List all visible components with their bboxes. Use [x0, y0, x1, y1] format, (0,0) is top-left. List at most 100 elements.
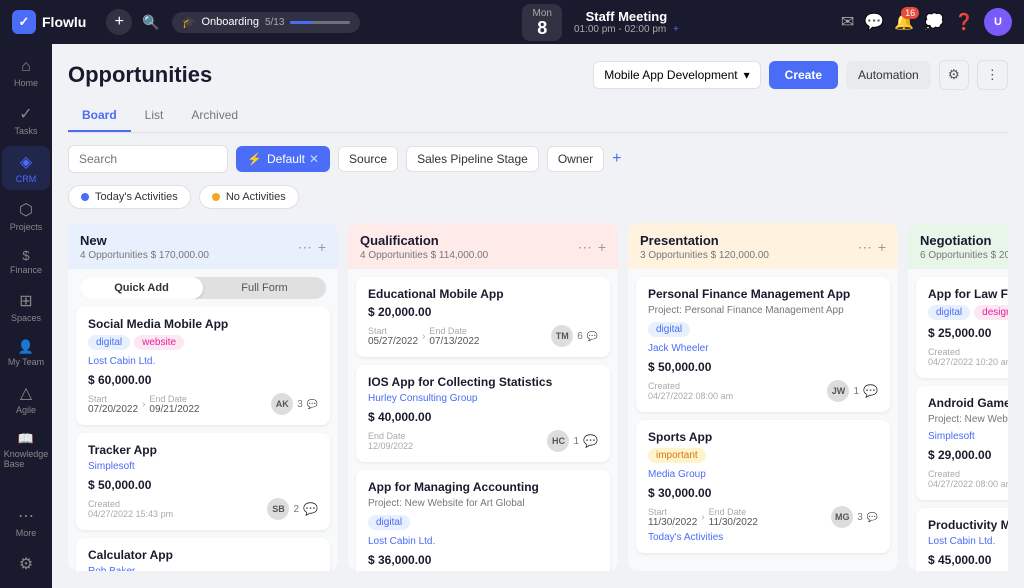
no-activities-button[interactable]: No Activities: [199, 185, 299, 209]
app-logo[interactable]: ✓ Flowlu: [12, 10, 86, 34]
sidebar-item-crm[interactable]: ◈ CRM: [2, 146, 50, 190]
today-activities-button[interactable]: Today's Activities: [68, 185, 191, 209]
default-filter-label: Default ✕: [267, 152, 319, 166]
card-company[interactable]: Lost Cabin Ltd.: [88, 356, 318, 367]
column-more-icon[interactable]: ⋯: [858, 239, 872, 256]
sidebar-item-more[interactable]: ⋯ More: [2, 500, 50, 544]
chat-btn[interactable]: 💬: [864, 12, 884, 32]
full-form-btn[interactable]: Full Form: [203, 277, 326, 299]
today-activities-link[interactable]: Today's Activities: [648, 532, 878, 543]
card-created: Created: [928, 347, 1008, 357]
sidebar-item-tasks[interactable]: ✓ Tasks: [2, 98, 50, 142]
filter-close-icon[interactable]: ✕: [309, 152, 319, 166]
comment-icon: 💬: [587, 331, 598, 342]
column-add-icon[interactable]: +: [878, 239, 886, 256]
chevron-down-icon: ▾: [744, 68, 750, 82]
sidebar-item-knowledge[interactable]: 📖 Knowledge Base: [2, 425, 50, 475]
add-toggle: Quick Add Full Form: [80, 277, 326, 299]
card-person: Jack Wheeler: [648, 343, 878, 354]
automation-button[interactable]: Automation: [846, 61, 931, 89]
add-button[interactable]: +: [106, 9, 132, 35]
home-icon: ⌂: [21, 58, 31, 76]
filter-owner[interactable]: Owner: [547, 146, 604, 172]
sidebar-label-more: More: [16, 528, 37, 538]
sidebar-item-agile[interactable]: △ Agile: [2, 377, 50, 421]
today-dot: [81, 193, 89, 201]
card-accounting[interactable]: App for Managing Accounting Project: New…: [356, 470, 610, 571]
tab-archived[interactable]: Archived: [177, 100, 252, 132]
nav-center: Mon 8 Staff Meeting 01:00 pm - 02:00 pm …: [372, 4, 828, 41]
card-company[interactable]: Rob Baker: [88, 566, 318, 571]
card-educational[interactable]: Educational Mobile App $ 20,000.00 Start…: [356, 277, 610, 357]
onboarding-pill[interactable]: 🎓 Onboarding 5/13: [172, 12, 361, 33]
card-created-date: 04/27/2022 10:20 am: [928, 357, 1008, 367]
card-personal-finance[interactable]: Personal Finance Management App Project:…: [636, 277, 890, 412]
user-avatar[interactable]: U: [984, 8, 1012, 36]
card-amount: $ 25,000.00: [928, 326, 1008, 340]
card-company[interactable]: Media Group: [648, 469, 878, 480]
add-filter-button[interactable]: +: [612, 150, 621, 168]
card-ios-stats[interactable]: IOS App for Collecting Statistics Hurley…: [356, 365, 610, 462]
sidebar-label-projects: Projects: [10, 222, 43, 232]
filter-source[interactable]: Source: [338, 146, 398, 172]
create-button[interactable]: Create: [769, 61, 838, 89]
tab-list[interactable]: List: [131, 100, 178, 132]
sidebar-item-finance[interactable]: $ Finance: [2, 242, 50, 281]
column-new-actions: ⋯ +: [298, 239, 326, 256]
card-footer: Created 04/27/2022 08:00 am JW 1 💬: [648, 380, 878, 402]
card-company[interactable]: Lost Cabin Ltd.: [368, 536, 598, 547]
sidebar-item-myteam[interactable]: 👤 My Team: [2, 333, 50, 373]
quick-add-btn[interactable]: Quick Add: [80, 277, 203, 299]
help-btn[interactable]: ❓: [954, 12, 974, 32]
pipeline-select[interactable]: Mobile App Development ▾: [593, 61, 760, 89]
settings-gear-button[interactable]: ⚙: [939, 60, 969, 90]
search-input[interactable]: [68, 145, 228, 173]
column-negotiation: Negotiation 6 Opportunities $ 206,000.00…: [908, 223, 1008, 571]
sidebar-item-projects[interactable]: ⬡ Projects: [2, 194, 50, 238]
filter-icon: ⚡: [247, 152, 262, 166]
card-tracker[interactable]: Tracker App Simplesoft $ 50,000.00 Creat…: [76, 433, 330, 530]
card-company[interactable]: Simplesoft: [88, 461, 318, 472]
comment-icon: 💬: [583, 434, 598, 448]
card-android-game[interactable]: Android Game App Project: New Website fo…: [916, 386, 1008, 500]
search-button[interactable]: 🔍: [142, 14, 159, 31]
card-sub: Project: New Website for Art Global: [368, 498, 598, 509]
column-more-icon[interactable]: ⋯: [578, 239, 592, 256]
app-name: Flowlu: [42, 14, 86, 30]
sidebar-item-settings[interactable]: ⚙: [2, 548, 50, 580]
card-law-firm[interactable]: App for Law Firm digital design $ 25,000…: [916, 277, 1008, 378]
card-sub: Project: Personal Finance Management App: [648, 305, 878, 316]
column-more-icon[interactable]: ⋯: [298, 239, 312, 256]
tab-board[interactable]: Board: [68, 100, 131, 132]
card-productivity[interactable]: Productivity Mobile App Lost Cabin Ltd. …: [916, 508, 1008, 571]
card-tags: important: [648, 448, 878, 463]
mail-btn[interactable]: ✉: [841, 12, 854, 32]
sidebar-item-spaces[interactable]: ⊞ Spaces: [2, 285, 50, 329]
notifications-btn[interactable]: 🔔 16: [894, 12, 914, 32]
card-calculator[interactable]: Calculator App Rob Baker: [76, 538, 330, 571]
card-sports[interactable]: Sports App important Media Group $ 30,00…: [636, 420, 890, 553]
crm-icon: ◈: [20, 152, 32, 172]
filter-default[interactable]: ⚡ Default ✕: [236, 146, 330, 172]
card-company[interactable]: Simplesoft: [928, 431, 1008, 442]
sidebar-item-home[interactable]: ⌂ Home: [2, 52, 50, 94]
more-options-button[interactable]: ⋮: [977, 60, 1008, 90]
myteam-icon: 👤: [18, 339, 34, 355]
messages-btn[interactable]: 💭: [924, 12, 944, 32]
card-amount: $ 45,000.00: [928, 553, 1008, 567]
tag-website: website: [134, 335, 184, 350]
column-pres-meta: 3 Opportunities $ 120,000.00: [640, 250, 769, 261]
column-add-icon[interactable]: +: [318, 239, 326, 256]
card-tags: digital design: [928, 305, 1008, 320]
card-sub: Project: New Website for Crown Inc.: [928, 414, 1008, 425]
card-company[interactable]: Lost Cabin Ltd.: [928, 536, 1008, 547]
card-company[interactable]: Hurley Consulting Group: [368, 393, 598, 404]
today-activities-label: Today's Activities: [95, 191, 178, 203]
comment-icon: 💬: [863, 384, 878, 398]
column-add-icon[interactable]: +: [598, 239, 606, 256]
card-end-label: End Date: [368, 431, 413, 441]
card-social-media[interactable]: Social Media Mobile App digital website …: [76, 307, 330, 425]
add-event-btn[interactable]: +: [673, 24, 679, 35]
card-title: App for Law Firm: [928, 287, 1008, 301]
filter-sales-pipeline[interactable]: Sales Pipeline Stage: [406, 146, 539, 172]
